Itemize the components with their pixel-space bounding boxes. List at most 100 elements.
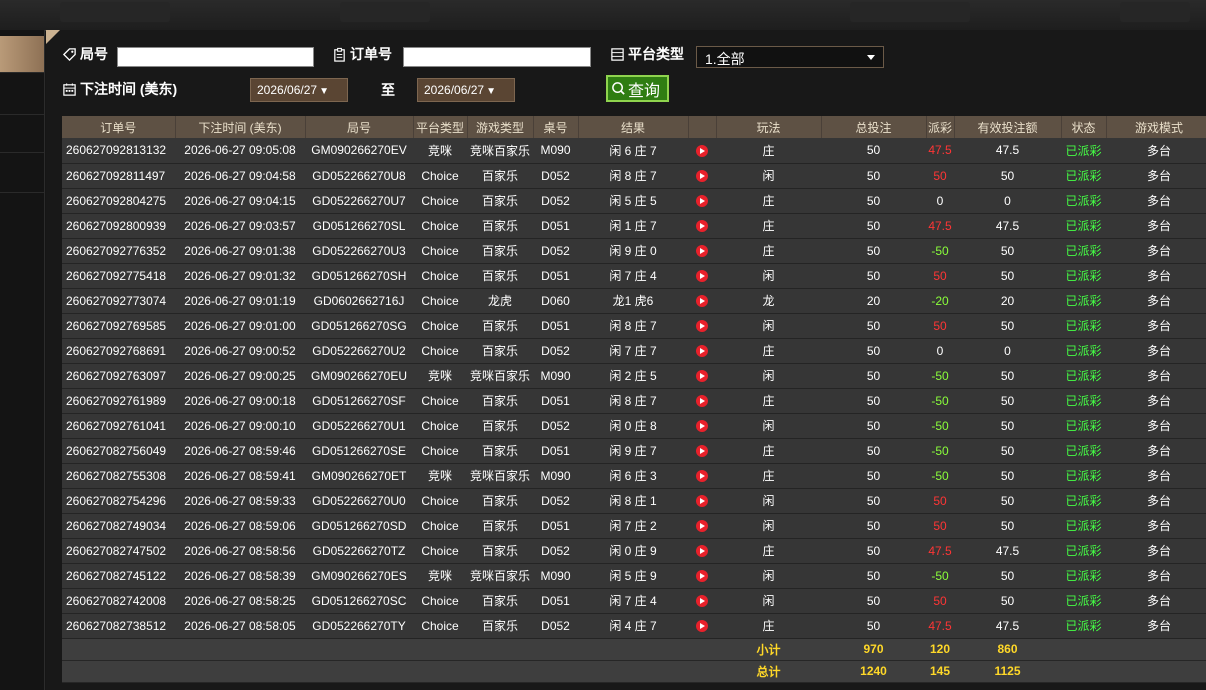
- replay-cell: [688, 538, 716, 564]
- order-id-cell: 260627092776352: [62, 238, 175, 264]
- play-video-icon[interactable]: [696, 495, 708, 508]
- replay-cell: [688, 188, 716, 214]
- result-cell: 闲 6 庄 7: [578, 138, 688, 164]
- status-cell: 已派彩: [1061, 313, 1106, 339]
- bet-time-cell: 2026-06-27 08:58:25: [175, 588, 305, 614]
- order-number-input[interactable]: [403, 47, 591, 67]
- play-video-icon[interactable]: [696, 420, 708, 433]
- payout-cell: 50: [926, 313, 954, 339]
- date-from-picker[interactable]: 2026/06/27 ▼: [250, 78, 348, 102]
- play-video-icon[interactable]: [696, 545, 708, 558]
- payout-cell: 50: [926, 488, 954, 514]
- platform-cell: Choice: [413, 263, 467, 289]
- round-id-cell: GD052266270U0: [305, 488, 413, 514]
- valid-bet-cell: 47.5: [954, 138, 1061, 164]
- sidebar-item[interactable]: [0, 116, 44, 153]
- payout-cell: -50: [926, 563, 954, 589]
- game-mode-cell: 多台: [1106, 163, 1206, 189]
- game-type-cell: 百家乐: [467, 488, 533, 514]
- caret-down-icon: ▼: [486, 86, 496, 97]
- round-id-cell: GD052266270U2: [305, 338, 413, 364]
- table-body: 260627092813132 2026-06-27 09:05:08 GM0902…: [62, 138, 1206, 639]
- game-mode-cell: 多台: [1106, 288, 1206, 314]
- total-bet-cell: 50: [821, 538, 926, 564]
- round-id-cell: GD051266270SE: [305, 438, 413, 464]
- valid-bet-cell: 50: [954, 463, 1061, 489]
- bet-time-cell: 2026-06-27 09:04:15: [175, 188, 305, 214]
- sidebar-item[interactable]: [0, 78, 44, 115]
- date-to-picker[interactable]: 2026/06/27 ▼: [417, 78, 515, 102]
- platform-label-text: 平台类型: [628, 46, 684, 62]
- table-id-cell: D052: [533, 163, 578, 189]
- game-mode-cell: 多台: [1106, 263, 1206, 289]
- platform-cell: Choice: [413, 238, 467, 264]
- order-id-cell: 260627092761041: [62, 413, 175, 439]
- round-label: 局号: [62, 44, 108, 64]
- play-video-icon[interactable]: [696, 570, 708, 583]
- status-cell: 已派彩: [1061, 338, 1106, 364]
- column-header: 下注时间 (美东): [175, 116, 306, 138]
- game-type-cell: 百家乐: [467, 313, 533, 339]
- sidebar-item-active[interactable]: [0, 36, 44, 73]
- bet-type-cell: 庄: [716, 388, 821, 414]
- game-mode-cell: 多台: [1106, 188, 1206, 214]
- play-video-icon[interactable]: [696, 470, 708, 483]
- round-id-cell: GD0602662716J: [305, 288, 413, 314]
- game-mode-cell: 多台: [1106, 513, 1206, 539]
- play-video-icon[interactable]: [696, 245, 708, 258]
- result-cell: 闲 8 庄 7: [578, 163, 688, 189]
- clipboard-icon: [334, 47, 345, 62]
- play-video-icon[interactable]: [696, 520, 708, 533]
- order-id-cell: 260627092768691: [62, 338, 175, 364]
- platform-cell: Choice: [413, 188, 467, 214]
- replay-cell: [688, 613, 716, 639]
- play-video-icon[interactable]: [696, 595, 708, 608]
- valid-bet-cell: 50: [954, 363, 1061, 389]
- play-video-icon[interactable]: [696, 345, 708, 358]
- play-video-icon[interactable]: [696, 170, 708, 183]
- result-cell: 闲 9 庄 0: [578, 238, 688, 264]
- result-cell: 闲 1 庄 7: [578, 213, 688, 239]
- play-video-icon[interactable]: [696, 195, 708, 208]
- table-row: 260627082754296 2026-06-27 08:59:33 GD0522…: [62, 488, 1206, 514]
- total-bet-cell: 50: [821, 213, 926, 239]
- query-button[interactable]: 查询: [606, 75, 669, 102]
- play-video-icon[interactable]: [696, 445, 708, 458]
- bet-time-cell: 2026-06-27 09:00:52: [175, 338, 305, 364]
- play-video-icon[interactable]: [696, 220, 708, 233]
- platform-cell: Choice: [413, 213, 467, 239]
- play-video-icon[interactable]: [696, 270, 708, 283]
- game-type-cell: 百家乐: [467, 513, 533, 539]
- game-mode-cell: 多台: [1106, 563, 1206, 589]
- game-type-cell: 竞咪百家乐: [467, 563, 533, 589]
- table-row: 260627092813132 2026-06-27 09:05:08 GM0902…: [62, 138, 1206, 164]
- result-cell: 闲 8 庄 1: [578, 488, 688, 514]
- bet-type-cell: 庄: [716, 188, 821, 214]
- column-header: 订单号: [62, 116, 176, 138]
- round-number-input[interactable]: [117, 47, 314, 67]
- result-cell: 闲 7 庄 4: [578, 588, 688, 614]
- bet-type-cell: 庄: [716, 613, 821, 639]
- platform-type-select[interactable]: 1.全部: [696, 46, 884, 68]
- play-video-icon[interactable]: [696, 395, 708, 408]
- sidebar-item[interactable]: [0, 156, 44, 193]
- payout-cell: 50: [926, 163, 954, 189]
- valid-bet-cell: 50: [954, 513, 1061, 539]
- table-row: 260627082755308 2026-06-27 08:59:41 GM0902…: [62, 463, 1206, 489]
- play-video-icon[interactable]: [696, 320, 708, 333]
- order-id-cell: 260627092763097: [62, 363, 175, 389]
- platform-cell: Choice: [413, 488, 467, 514]
- search-icon: [612, 82, 625, 95]
- column-header: 局号: [305, 116, 414, 138]
- payout-cell: 0: [926, 338, 954, 364]
- play-video-icon[interactable]: [696, 295, 708, 308]
- play-video-icon[interactable]: [696, 145, 708, 158]
- play-video-icon[interactable]: [696, 620, 708, 633]
- subtotal-label: 小计: [716, 638, 821, 661]
- round-id-cell: GM090266270EV: [305, 138, 413, 164]
- play-video-icon[interactable]: [696, 370, 708, 383]
- replay-cell: [688, 413, 716, 439]
- valid-bet-cell: 47.5: [954, 538, 1061, 564]
- bet-time-cell: 2026-06-27 09:00:10: [175, 413, 305, 439]
- platform-cell: 竞咪: [413, 563, 467, 589]
